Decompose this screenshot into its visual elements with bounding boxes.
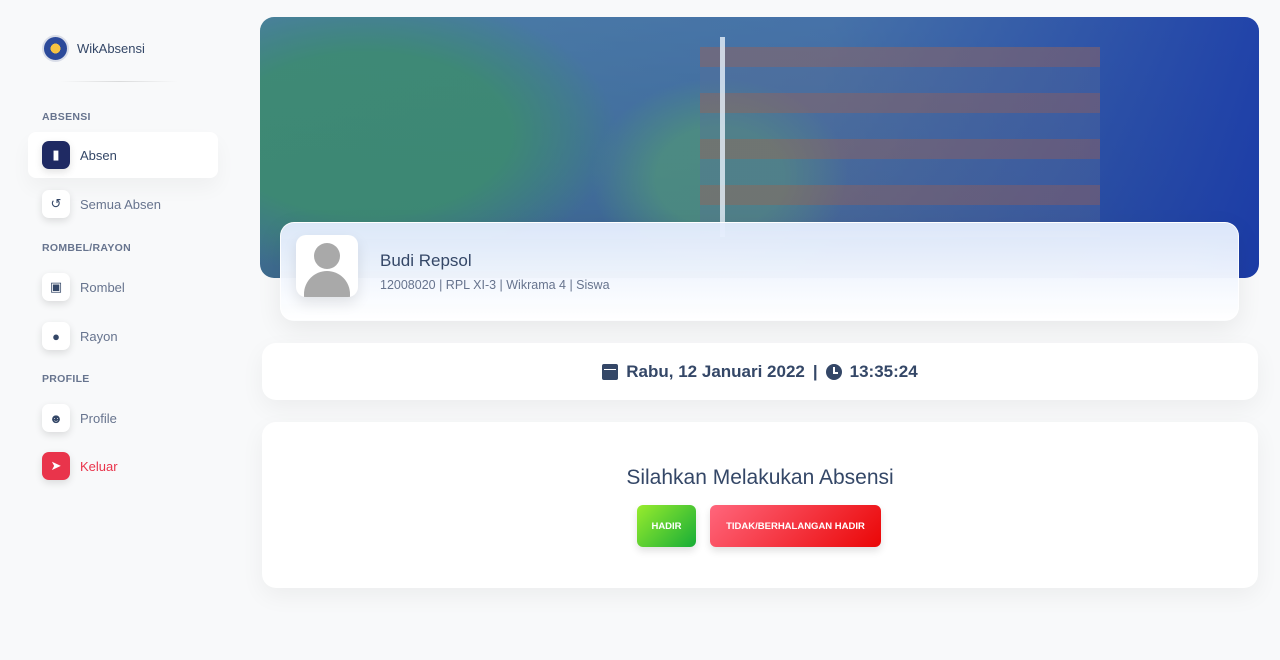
user-icon: ☻ (42, 404, 70, 432)
section-label-rombel-rayon: ROMBEL/RAYON (42, 242, 131, 254)
tidak-hadir-button[interactable]: TIDAK/BERHALANGAN HADIR (710, 505, 881, 547)
absensi-title: Silahkan Melakukan Absensi (626, 466, 894, 489)
avatar-placeholder-icon (314, 243, 340, 269)
history-icon: ↺ (42, 190, 70, 218)
sidebar-item-absen[interactable]: ▮ Absen (28, 132, 218, 178)
current-time: 13:35:24 (849, 361, 918, 381)
chalkboard-icon: ▣ (42, 273, 70, 301)
section-label-absensi: ABSENSI (42, 111, 91, 123)
absensi-card: Silahkan Melakukan Absensi HADIR TIDAK/B… (262, 422, 1258, 588)
clock-icon (825, 363, 842, 380)
sidebar-item-label: Rayon (80, 328, 118, 344)
brand-name: WikAbsensi (77, 40, 145, 56)
sidebar-item-label: Absen (80, 147, 117, 163)
sidebar-item-keluar[interactable]: ➤ Keluar (28, 443, 218, 489)
brand[interactable]: WikAbsensi (42, 34, 145, 62)
sidebar-item-semua-absen[interactable]: ↺ Semua Absen (28, 181, 218, 227)
people-icon: ● (42, 322, 70, 350)
hadir-button[interactable]: HADIR (637, 505, 696, 547)
sidebar-divider (60, 81, 178, 82)
sidebar-item-label: Semua Absen (80, 196, 161, 212)
current-date: Rabu, 12 Januari 2022 (626, 361, 805, 381)
sidebar-item-label: Profile (80, 410, 117, 426)
datetime-card: Rabu, 12 Januari 2022 | 13:35:24 (262, 343, 1258, 400)
section-label-profile: PROFILE (42, 373, 90, 385)
sidebar: WikAbsensi ABSENSI ▮ Absen ↺ Semua Absen… (0, 0, 240, 660)
profile-meta: 12008020 | RPL XI-3 | Wikrama 4 | Siswa (380, 278, 610, 292)
sidebar-item-rombel[interactable]: ▣ Rombel (28, 264, 218, 310)
datetime-separator: | (812, 361, 818, 381)
sidebar-item-rayon[interactable]: ● Rayon (28, 313, 218, 359)
calendar-icon (602, 363, 619, 380)
clipboard-icon: ▮ (42, 141, 70, 169)
sidebar-item-label: Keluar (80, 458, 118, 474)
profile-name: Budi Repsol (380, 251, 472, 270)
logout-icon: ➤ (42, 452, 70, 480)
avatar (296, 235, 358, 297)
sidebar-item-profile[interactable]: ☻ Profile (28, 395, 218, 441)
sidebar-item-label: Rombel (80, 279, 125, 295)
school-logo-icon (42, 34, 69, 62)
profile-card: Budi Repsol 12008020 | RPL XI-3 | Wikram… (280, 222, 1239, 321)
